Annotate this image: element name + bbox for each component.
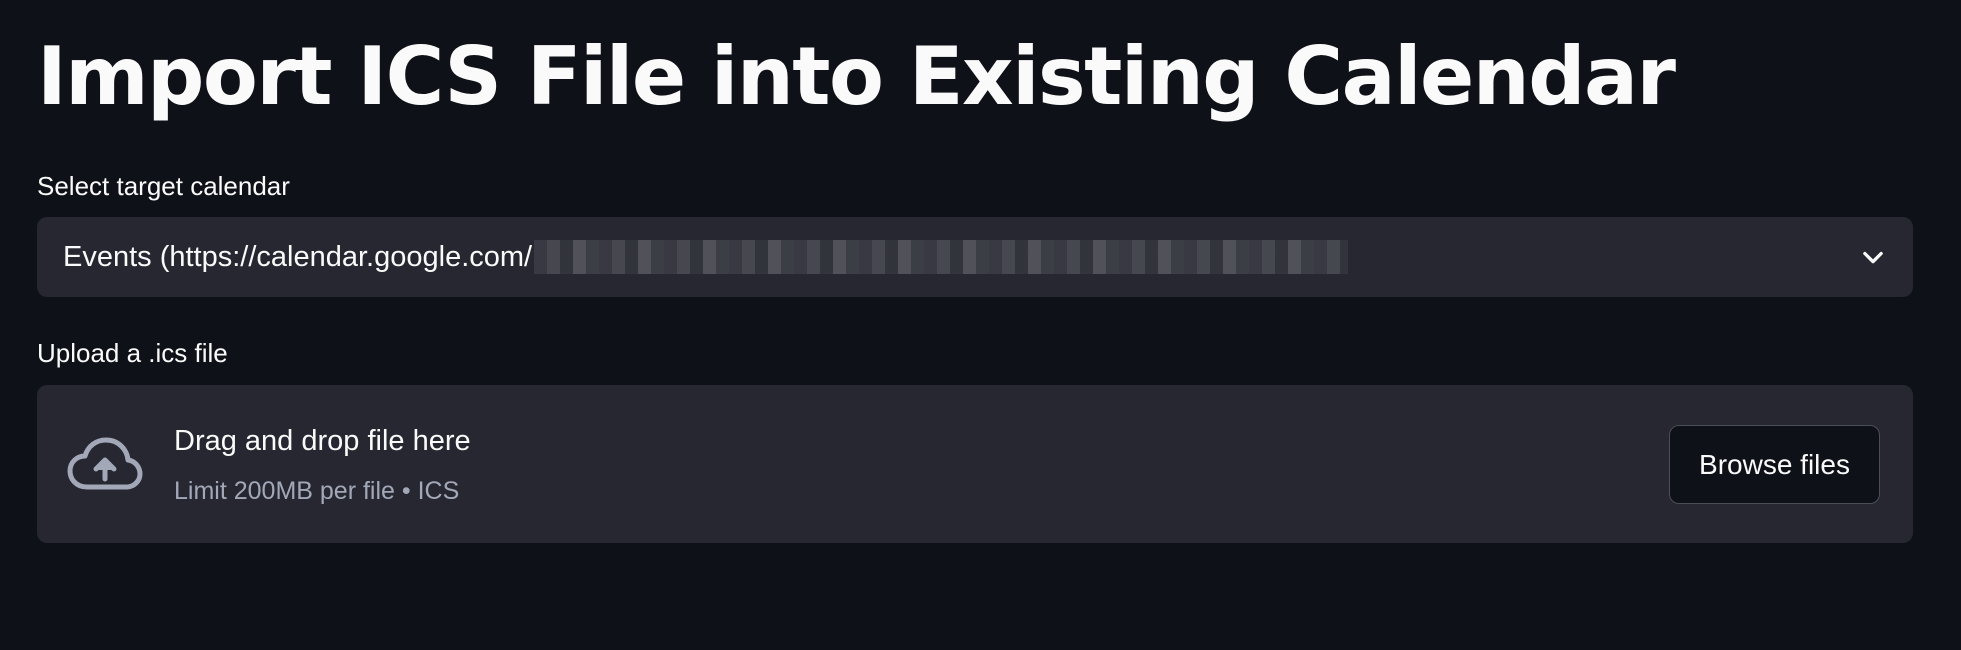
redacted-calendar-id [534, 240, 1349, 274]
select-calendar-label: Select target calendar [37, 171, 290, 201]
calendar-select-value-text: Events (https://calendar.google.com/ [63, 240, 533, 273]
calendar-select[interactable]: Events (https://calendar.google.com/ [37, 217, 1913, 297]
browse-files-button[interactable]: Browse files [1669, 425, 1880, 504]
file-dropzone[interactable]: Drag and drop file here Limit 200MB per … [37, 385, 1913, 543]
dropzone-limit-text: Limit 200MB per file • ICS [174, 477, 460, 505]
dropzone-instructions: Drag and drop file here [174, 425, 471, 457]
calendar-select-value: Events (https://calendar.google.com/ [63, 240, 1349, 274]
page-title: Import ICS File into Existing Calendar [37, 30, 1676, 123]
upload-label: Upload a .ics file [37, 338, 228, 368]
chevron-down-icon[interactable] [1859, 243, 1887, 271]
cloud-upload-icon [67, 437, 143, 490]
page: Import ICS File into Existing Calendar S… [0, 0, 1961, 650]
